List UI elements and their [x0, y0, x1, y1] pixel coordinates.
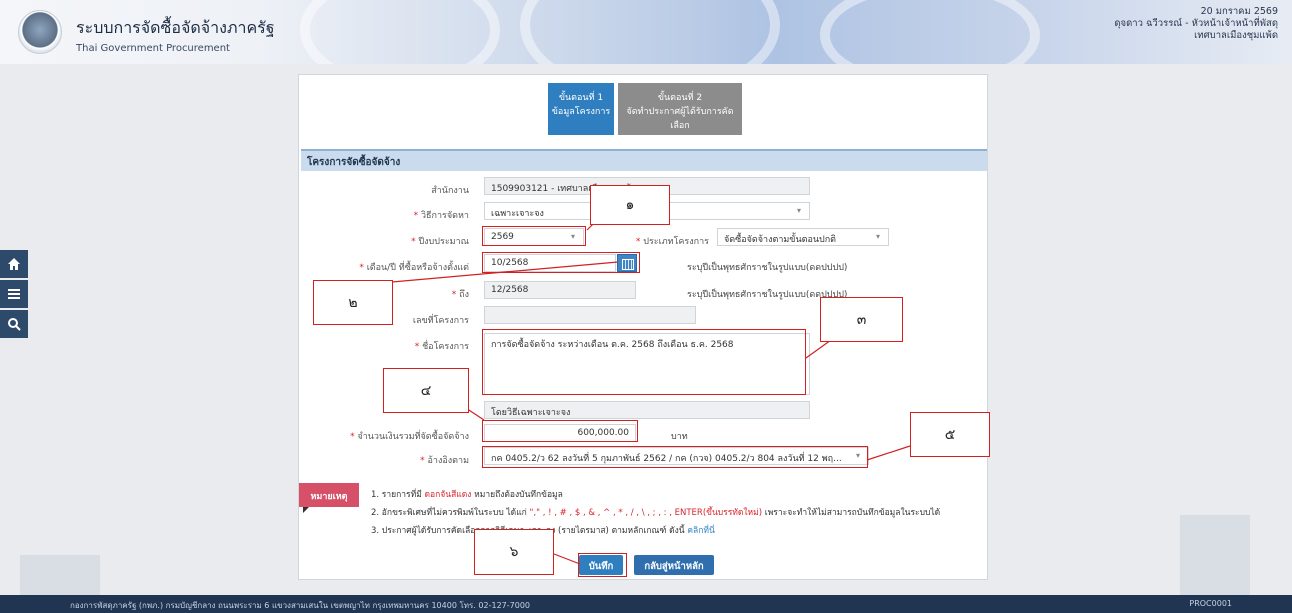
user-info: 20 มกราคม 2569 ดุจดาว ฉวีวรรณ์ - หัวหน้า… — [1114, 6, 1278, 42]
callout-2: ๒ — [313, 280, 393, 325]
highlight-project-name — [482, 329, 806, 395]
budget-year-label: * ปีงบประมาณ — [411, 237, 469, 247]
left-sidebar — [0, 250, 28, 340]
callout-5: ๕ — [910, 412, 990, 457]
amount-label: * จำนวนเงินรวมที่จัดซื้อจัดจ้าง — [350, 432, 469, 442]
end-month-field: 12/2568 — [484, 281, 636, 299]
project-no-field — [484, 306, 696, 324]
start-month-label: * เดือน/ปี ที่ซื้อหรือจ้างตั้งแต่ — [359, 263, 469, 273]
step-2-label: จัดทำประกาศผู้ได้รับการคัดเลือก — [626, 107, 734, 131]
chevron-down-icon: ▾ — [875, 232, 880, 241]
highlight-reference — [482, 446, 868, 468]
highlight-budget-year — [482, 226, 586, 246]
search-icon[interactable] — [0, 310, 28, 338]
reference-label: * อ้างอิงตาม — [420, 456, 469, 466]
app-title-thai: ระบบการจัดซื้อจัดจ้างภาครัฐ — [76, 18, 275, 37]
project-name-label: * ชื่อโครงการ — [414, 342, 469, 352]
step-2-tab[interactable]: ขั้นตอนที่ 2 จัดทำประกาศผู้ได้รับการคัดเ… — [618, 83, 742, 135]
callout-1: ๑ — [590, 185, 670, 225]
criteria-link[interactable]: คลิกที่นี่ — [687, 526, 714, 536]
callout-4: ๔ — [383, 368, 469, 413]
agency-label: สำนักงาน — [431, 186, 469, 196]
chevron-down-icon: ▾ — [796, 206, 801, 215]
highlight-start-month — [482, 252, 640, 273]
page-code: PROC0001 — [1189, 599, 1232, 608]
footer: กองการพัสดุภาครัฐ (กพภ.) กรมบัญชีกลาง ถน… — [0, 595, 1292, 613]
highlight-save — [578, 553, 627, 577]
note-2: 2. อักขระพิเศษที่ไม่ควรพิมพ์ในระบบ ได้แก… — [371, 508, 941, 518]
app-title[interactable]: ระบบการจัดซื้อจัดจ้างภาครัฐ Thai Governm… — [76, 16, 275, 54]
user-name: ดุจดาว ฉวีวรรณ์ - หัวหน้าเจ้าหน้าที่พัสด… — [1114, 18, 1278, 29]
footer-text: กองการพัสดุภาครัฐ (กพภ.) กรมบัญชีกลาง ถน… — [70, 601, 530, 610]
note-1: 1. รายการที่มี ดอกจันสีแดง หมายถึงต้องบั… — [371, 490, 563, 500]
project-type-select[interactable]: จัดซื้อจัดจ้างตามขั้นตอนปกติ ▾ — [717, 228, 889, 246]
menu-icon[interactable] — [0, 280, 28, 308]
step-2-number: ขั้นตอนที่ 2 — [657, 93, 703, 103]
app-title-english: Thai Government Procurement — [76, 43, 230, 54]
highlight-amount — [482, 420, 638, 442]
user-org: เทศบาลเมืองชุมแพ้ด — [1194, 30, 1278, 41]
amount-unit: บาท — [671, 432, 688, 442]
callout-3: ๓ — [820, 297, 903, 342]
note-tag: หมายเหตุ — [299, 483, 359, 513]
method-label: * วิธีการจัดหา — [413, 211, 469, 221]
step-1-label: ข้อมูลโครงการ — [551, 107, 611, 117]
step-1-number: ขั้นตอนที่ 1 — [558, 93, 604, 103]
decorative-temple — [20, 555, 100, 595]
app-header: ระบบการจัดซื้อจัดจ้างภาครัฐ Thai Governm… — [0, 0, 1292, 64]
government-seal-logo — [18, 10, 62, 54]
decorative-temple — [1180, 515, 1250, 595]
step-1-tab[interactable]: ขั้นตอนที่ 1 ข้อมูลโครงการ — [548, 83, 614, 135]
back-home-button[interactable]: กลับสู่หน้าหลัก — [634, 555, 714, 575]
current-date: 20 มกราคม 2569 — [1200, 6, 1278, 17]
section-title: โครงการจัดซื้อจัดจ้าง — [301, 149, 987, 171]
callout-6: ๖ — [474, 529, 554, 575]
method-text-field: โดยวิธีเฉพาะเจาะจง — [484, 401, 810, 419]
home-icon[interactable] — [0, 250, 28, 278]
start-month-hint: ระบุปีเป็นพุทธศักราชในรูปแบบ(ดดปปปป) — [687, 263, 848, 273]
